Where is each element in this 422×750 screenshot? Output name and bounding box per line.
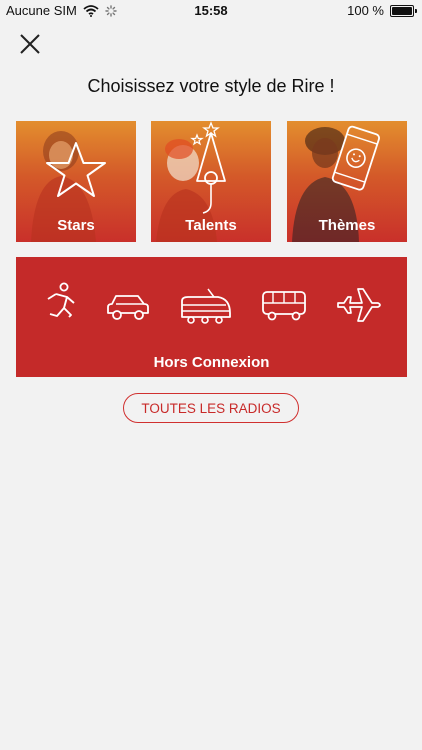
battery-icon [390, 4, 417, 17]
close-icon [20, 34, 40, 54]
close-button[interactable] [16, 30, 44, 58]
battery-info: 100 % [347, 3, 417, 18]
tile-label: Stars [57, 217, 95, 234]
all-radios-button[interactable]: TOUTES LES RADIOS [123, 393, 299, 423]
plane-icon [337, 288, 381, 322]
car-icon [107, 295, 149, 320]
battery-fill [392, 6, 412, 15]
runner-icon [47, 282, 75, 318]
offline-button[interactable]: Hors Connexion [16, 257, 407, 377]
offline-label: Hors Connexion [153, 354, 270, 371]
tile-label: Talents [185, 217, 237, 234]
battery-percent: 100 % [347, 3, 384, 18]
tile-stars[interactable]: Stars [16, 121, 136, 242]
tile-label: Thèmes [318, 217, 376, 234]
page-title: Choisissez votre style de Rire ! [87, 76, 335, 96]
tile-talents[interactable]: Talents [151, 121, 271, 242]
bus-icon [262, 291, 306, 321]
category-tiles: Stars Talents Thèmes [16, 121, 407, 242]
tile-themes[interactable]: Thèmes [287, 121, 407, 242]
train-icon [181, 288, 231, 324]
status-bar: Aucune SIM 15:58 100 % [0, 0, 422, 22]
transport-icons [16, 282, 407, 325]
